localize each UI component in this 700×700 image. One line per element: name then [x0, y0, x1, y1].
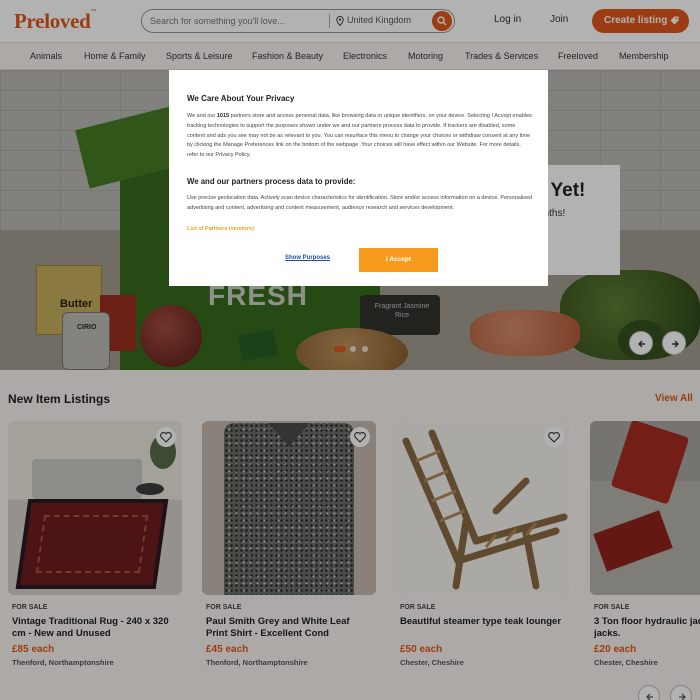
accept-button[interactable]: I Accept: [359, 248, 438, 272]
privacy-dialog-subtitle: We and our partners process data to prov…: [187, 177, 356, 186]
privacy-purposes-text: Use precise geolocation data. Actively s…: [187, 195, 533, 211]
privacy-dialog-body: We and our 1015 partners store and acces…: [187, 113, 532, 159]
privacy-dialog-title: We Care About Your Privacy: [187, 94, 295, 103]
partners-list-link[interactable]: List of Partners (vendors): [187, 226, 254, 232]
show-purposes-link[interactable]: Show Purposes: [285, 255, 330, 261]
privacy-consent-dialog: We Care About Your Privacy We and our 10…: [169, 70, 548, 286]
